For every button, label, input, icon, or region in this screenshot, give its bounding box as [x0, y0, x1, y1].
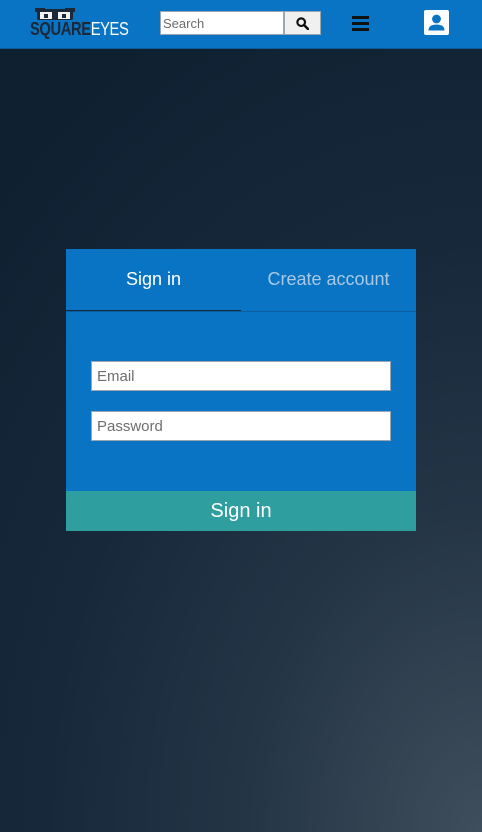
- menu-bar-top: [352, 16, 369, 19]
- tab-sign-in[interactable]: Sign in: [66, 249, 241, 311]
- tab-create-account[interactable]: Create account: [241, 249, 416, 310]
- hamburger-menu-icon[interactable]: [352, 16, 371, 33]
- search-button[interactable]: [284, 11, 321, 35]
- user-profile-icon[interactable]: [424, 10, 449, 35]
- email-field[interactable]: [91, 361, 391, 391]
- menu-bar-middle: [352, 22, 369, 25]
- login-panel: Sign in Create account Sign in: [66, 249, 416, 531]
- search-input[interactable]: [160, 11, 284, 35]
- logo-text-square: SQUARE: [30, 19, 91, 39]
- menu-bar-bottom: [352, 28, 369, 31]
- user-silhouette-icon: [428, 14, 445, 31]
- auth-tabs: Sign in Create account: [66, 249, 416, 312]
- logo-text-eyes: EYES: [90, 19, 129, 39]
- top-header: SQUAREEYES: [0, 0, 482, 49]
- square-eyes-logo[interactable]: SQUAREEYES: [30, 6, 129, 40]
- search-bar: [160, 11, 321, 35]
- search-icon: [296, 16, 309, 30]
- password-field[interactable]: [91, 411, 391, 441]
- logo-wordmark: SQUAREEYES: [30, 19, 129, 40]
- sign-in-button[interactable]: Sign in: [66, 491, 416, 531]
